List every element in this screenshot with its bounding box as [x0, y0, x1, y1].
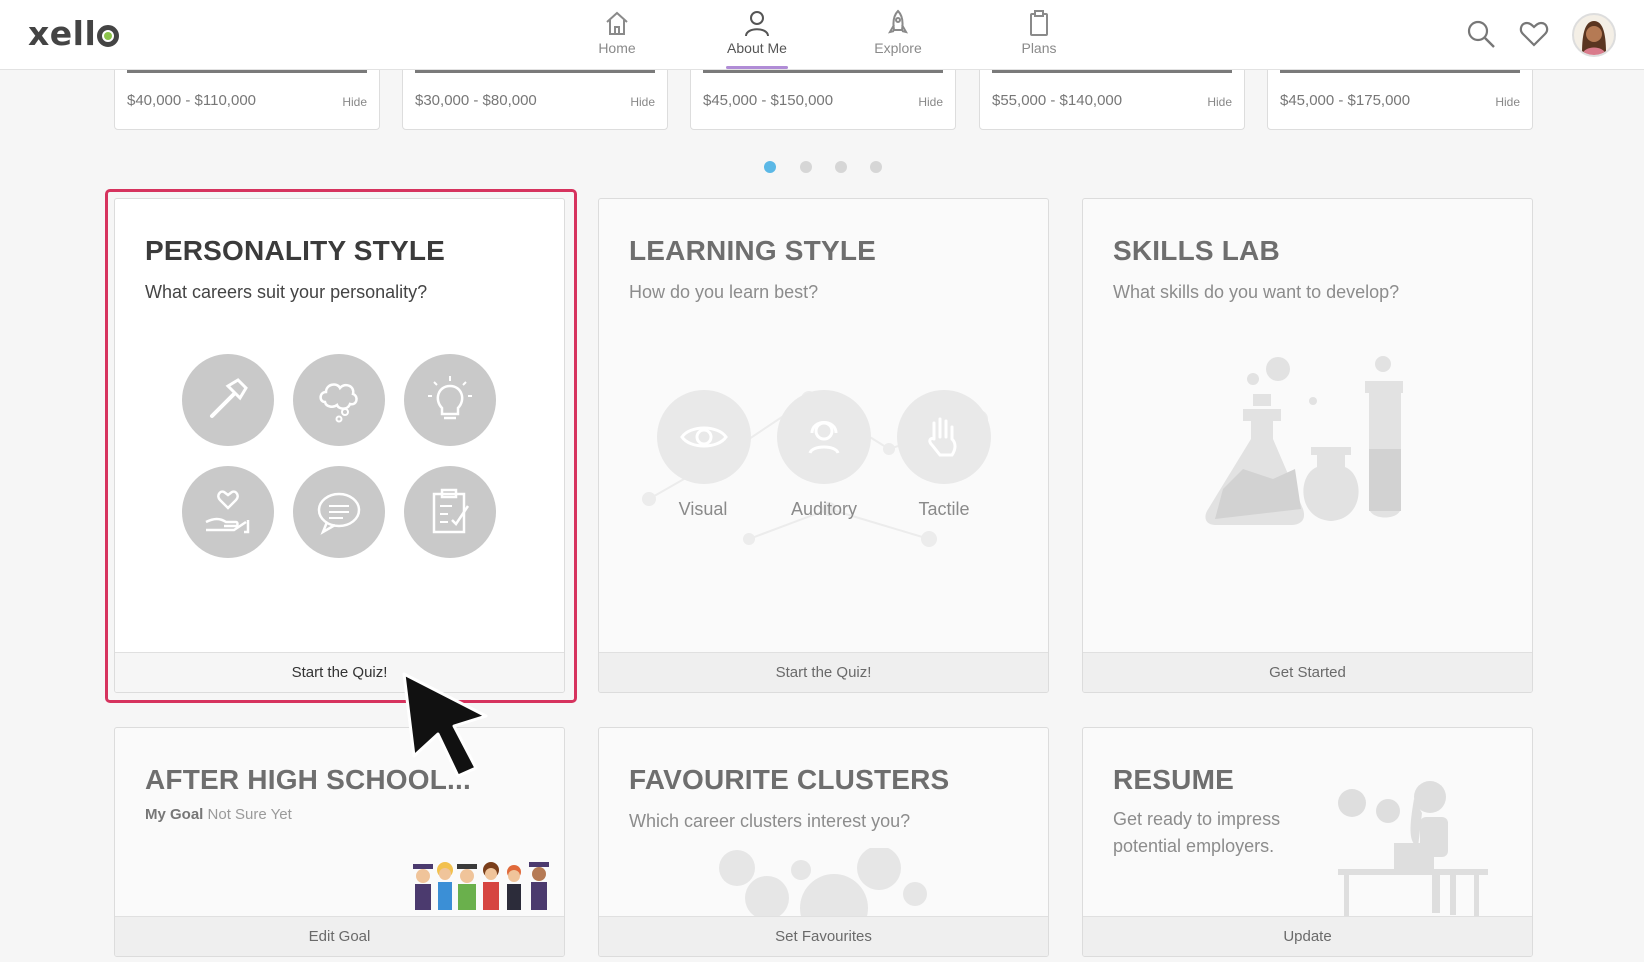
- update-button[interactable]: Update: [1083, 916, 1532, 956]
- tile-subtitle: What skills do you want to develop?: [1113, 282, 1400, 302]
- hammer-icon: [182, 354, 274, 446]
- skills-lab-tile[interactable]: SKILLS LAB What skills do you want to de…: [1082, 198, 1533, 693]
- start-quiz-button[interactable]: Start the Quiz!: [115, 652, 564, 692]
- carousel-dot[interactable]: [800, 161, 812, 173]
- cluster-bubbles-graphic: [719, 848, 927, 918]
- hide-link[interactable]: Hide: [342, 95, 367, 109]
- rocket-icon: [887, 9, 909, 34]
- salary-range: $55,000 - $140,000: [992, 92, 1123, 109]
- after-high-school-tile[interactable]: AFTER HIGH SCHOOL... My Goal Not Sure Ye…: [114, 727, 565, 957]
- nav-about-me[interactable]: About Me: [707, 8, 807, 69]
- tile-subtitle: Which career clusters interest you?: [629, 811, 911, 831]
- clipboard-icon: [1030, 10, 1048, 36]
- tile-title: RESUME: [1113, 764, 1234, 795]
- set-favourites-button[interactable]: Set Favourites: [599, 916, 1048, 956]
- subtitle-line: potential employers.: [1113, 836, 1275, 856]
- hide-link[interactable]: Hide: [630, 95, 655, 109]
- carousel-dot[interactable]: [835, 161, 847, 173]
- goal-line: My Goal Not Sure Yet: [145, 806, 292, 823]
- learning-style-tile[interactable]: LEARNING STYLE How do you learn best? Vi…: [598, 198, 1049, 693]
- goal-label: My Goal: [145, 806, 204, 823]
- nav-home-label: Home: [598, 40, 636, 56]
- caring-hand-icon: [182, 466, 274, 558]
- home-icon: [606, 11, 628, 35]
- nav-explore-label: Explore: [874, 40, 922, 56]
- carousel-dot[interactable]: [870, 161, 882, 173]
- tile-subtitle: Get ready to impress potential employers…: [1113, 806, 1280, 860]
- visual-label: Visual: [678, 499, 728, 519]
- subtitle-line: Get ready to impress: [1113, 809, 1281, 829]
- salary-card: $45,000 - $150,000 Hide: [690, 70, 956, 130]
- logo-o-mark: [97, 25, 120, 47]
- edit-goal-button[interactable]: Edit Goal: [115, 916, 564, 956]
- hand-icon: [897, 390, 991, 484]
- salary-card: $40,000 - $110,000 Hide: [114, 70, 380, 130]
- speech-bubble-icon: [293, 466, 385, 558]
- salary-range: $45,000 - $150,000: [703, 92, 834, 109]
- clipboard-check-icon: [404, 466, 496, 558]
- hide-link[interactable]: Hide: [1495, 95, 1520, 109]
- nav-plans-label: Plans: [1021, 40, 1057, 56]
- search-icon[interactable]: [1465, 18, 1497, 55]
- nav-about-me-label: About Me: [727, 40, 787, 56]
- xello-logo[interactable]: xell: [28, 14, 120, 53]
- logo-text: xell: [28, 14, 97, 53]
- tile-title: LEARNING STYLE: [629, 235, 877, 266]
- salary-range: $40,000 - $110,000: [127, 92, 257, 109]
- mouse-pointer-icon: [402, 672, 488, 778]
- eye-icon: [657, 390, 751, 484]
- hide-link[interactable]: Hide: [1207, 95, 1232, 109]
- salary-range: $45,000 - $175,000: [1280, 92, 1411, 109]
- lightbulb-icon: [404, 354, 496, 446]
- nav-home[interactable]: Home: [567, 8, 667, 56]
- goal-value: Not Sure Yet: [207, 806, 292, 823]
- top-header: xell Home About Me Explore Plans: [0, 0, 1644, 70]
- active-nav-underline: [726, 66, 788, 69]
- person-at-desk-illustration: [1338, 781, 1488, 917]
- heart-icon[interactable]: [1518, 18, 1550, 55]
- person-icon: [745, 11, 769, 37]
- avatar[interactable]: [1572, 13, 1616, 57]
- personality-style-tile[interactable]: PERSONALITY STYLE What careers suit your…: [114, 198, 565, 693]
- salary-range: $30,000 - $80,000: [415, 92, 537, 109]
- tile-title: FAVOURITE CLUSTERS: [629, 764, 950, 795]
- nav-plans[interactable]: Plans: [989, 8, 1089, 56]
- card-top-bar: [1280, 70, 1520, 73]
- favourite-clusters-tile[interactable]: FAVOURITE CLUSTERS Which career clusters…: [598, 727, 1049, 957]
- hide-link[interactable]: Hide: [918, 95, 943, 109]
- tile-subtitle: How do you learn best?: [629, 282, 819, 302]
- tile-title: SKILLS LAB: [1113, 235, 1280, 266]
- auditory-label: Auditory: [790, 499, 858, 519]
- tactile-label: Tactile: [918, 499, 970, 519]
- resume-tile[interactable]: RESUME Get ready to impress potential em…: [1082, 727, 1533, 957]
- card-top-bar: [992, 70, 1232, 73]
- tile-title: PERSONALITY STYLE: [145, 235, 446, 266]
- graduates-illustration: [413, 862, 549, 910]
- card-top-bar: [415, 70, 655, 73]
- salary-card: $55,000 - $140,000 Hide: [979, 70, 1245, 130]
- headphones-icon: [777, 390, 871, 484]
- card-top-bar: [127, 70, 367, 73]
- nav-explore[interactable]: Explore: [848, 8, 948, 56]
- carousel-dot[interactable]: [764, 161, 776, 173]
- lab-flasks-icon: [1205, 356, 1403, 525]
- get-started-button[interactable]: Get Started: [1083, 652, 1532, 692]
- thought-cloud-icon: [293, 354, 385, 446]
- salary-card: $30,000 - $80,000 Hide: [402, 70, 668, 130]
- card-top-bar: [703, 70, 943, 73]
- start-quiz-button[interactable]: Start the Quiz!: [599, 652, 1048, 692]
- tile-subtitle: What careers suit your personality?: [145, 282, 428, 302]
- salary-card: $45,000 - $175,000 Hide: [1267, 70, 1533, 130]
